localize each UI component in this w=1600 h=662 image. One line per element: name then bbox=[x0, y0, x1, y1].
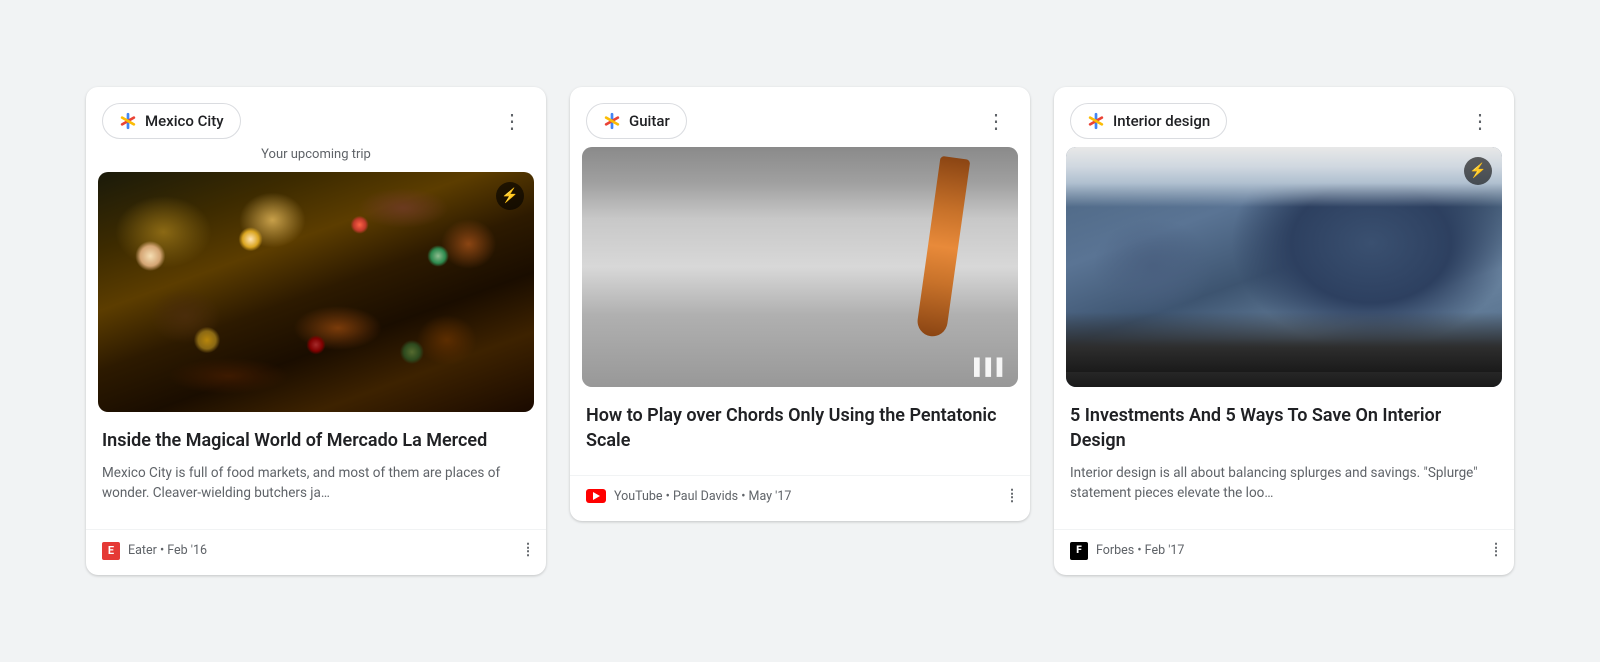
card-image-div-mexico-city bbox=[98, 172, 534, 412]
more-options-guitar[interactable]: ⋮ bbox=[978, 107, 1014, 135]
card-image-interior-design: ⚡ bbox=[1066, 147, 1502, 387]
card-guitar: Guitar ⋮ ▌▌▌ How to Play over Chords Onl… bbox=[570, 87, 1030, 521]
feed-container: Mexico City ⋮ Your upcoming trip ⚡ Insid… bbox=[0, 55, 1600, 608]
source-icon-forbes: F bbox=[1070, 542, 1088, 560]
card-footer-interior-design: F Forbes • Feb '17 ⦙ bbox=[1054, 529, 1514, 575]
card-description: Mexico City is full of food markets, and… bbox=[102, 463, 530, 504]
card-description: Interior design is all about balancing s… bbox=[1070, 463, 1498, 504]
card-image-mexico-city: ⚡ bbox=[98, 172, 534, 412]
card-footer-mexico-city: E Eater • Feb '16 ⦙ bbox=[86, 529, 546, 575]
source-info-mexico-city: E Eater • Feb '16 bbox=[102, 542, 207, 560]
card-image-div-interior-design bbox=[1066, 147, 1502, 387]
more-options-interior-design[interactable]: ⋮ bbox=[1462, 107, 1498, 135]
topic-label-mexico-city: Mexico City bbox=[145, 112, 224, 130]
card-title-mexico-city: Inside the Magical World of Mercado La M… bbox=[102, 428, 530, 453]
topic-pill-interior-design[interactable]: Interior design bbox=[1070, 103, 1227, 139]
card-menu-guitar[interactable]: ⦙ bbox=[1010, 486, 1014, 507]
card-menu-mexico-city[interactable]: ⦙ bbox=[526, 540, 530, 561]
card-body-mexico-city: Inside the Magical World of Mercado La M… bbox=[86, 412, 546, 530]
source-icon-youtube bbox=[586, 489, 606, 503]
card-body-interior-design: 5 Investments And 5 Ways To Save On Inte… bbox=[1054, 387, 1514, 530]
source-info-guitar: YouTube • Paul Davids • May '17 bbox=[586, 489, 791, 504]
card-image-div-guitar bbox=[582, 147, 1018, 387]
card-footer-guitar: YouTube • Paul Davids • May '17 ⦙ bbox=[570, 475, 1030, 521]
topic-label-interior-design: Interior design bbox=[1113, 112, 1210, 130]
card-subtitle: Your upcoming trip bbox=[86, 147, 546, 172]
source-info-interior-design: F Forbes • Feb '17 bbox=[1070, 542, 1184, 560]
source-text-interior-design: Forbes • Feb '17 bbox=[1096, 543, 1184, 558]
card-menu-interior-design[interactable]: ⦙ bbox=[1494, 540, 1498, 561]
card-interior-design: Interior design ⋮ ⚡ 5 Investments And 5 … bbox=[1054, 87, 1514, 576]
card-image-guitar: ▌▌▌ bbox=[582, 147, 1018, 387]
card-header: Mexico City ⋮ bbox=[86, 87, 546, 147]
flash-badge: ⚡ bbox=[496, 182, 524, 210]
more-options-mexico-city[interactable]: ⋮ bbox=[494, 107, 530, 135]
topic-pill-mexico-city[interactable]: Mexico City bbox=[102, 103, 241, 139]
card-title-interior-design: 5 Investments And 5 Ways To Save On Inte… bbox=[1070, 403, 1498, 453]
source-text-guitar: YouTube • Paul Davids • May '17 bbox=[614, 489, 791, 504]
source-text-mexico-city: Eater • Feb '16 bbox=[128, 543, 207, 558]
flash-badge: ⚡ bbox=[1464, 157, 1492, 185]
card-header: Guitar ⋮ bbox=[570, 87, 1030, 147]
topic-label-guitar: Guitar bbox=[629, 112, 670, 130]
card-mexico-city: Mexico City ⋮ Your upcoming trip ⚡ Insid… bbox=[86, 87, 546, 576]
bars-badge: ▌▌▌ bbox=[974, 357, 1008, 377]
card-body-guitar: How to Play over Chords Only Using the P… bbox=[570, 387, 1030, 475]
card-header: Interior design ⋮ bbox=[1054, 87, 1514, 147]
topic-pill-guitar[interactable]: Guitar bbox=[586, 103, 687, 139]
source-icon-eater: E bbox=[102, 542, 120, 560]
card-title-guitar: How to Play over Chords Only Using the P… bbox=[586, 403, 1014, 453]
